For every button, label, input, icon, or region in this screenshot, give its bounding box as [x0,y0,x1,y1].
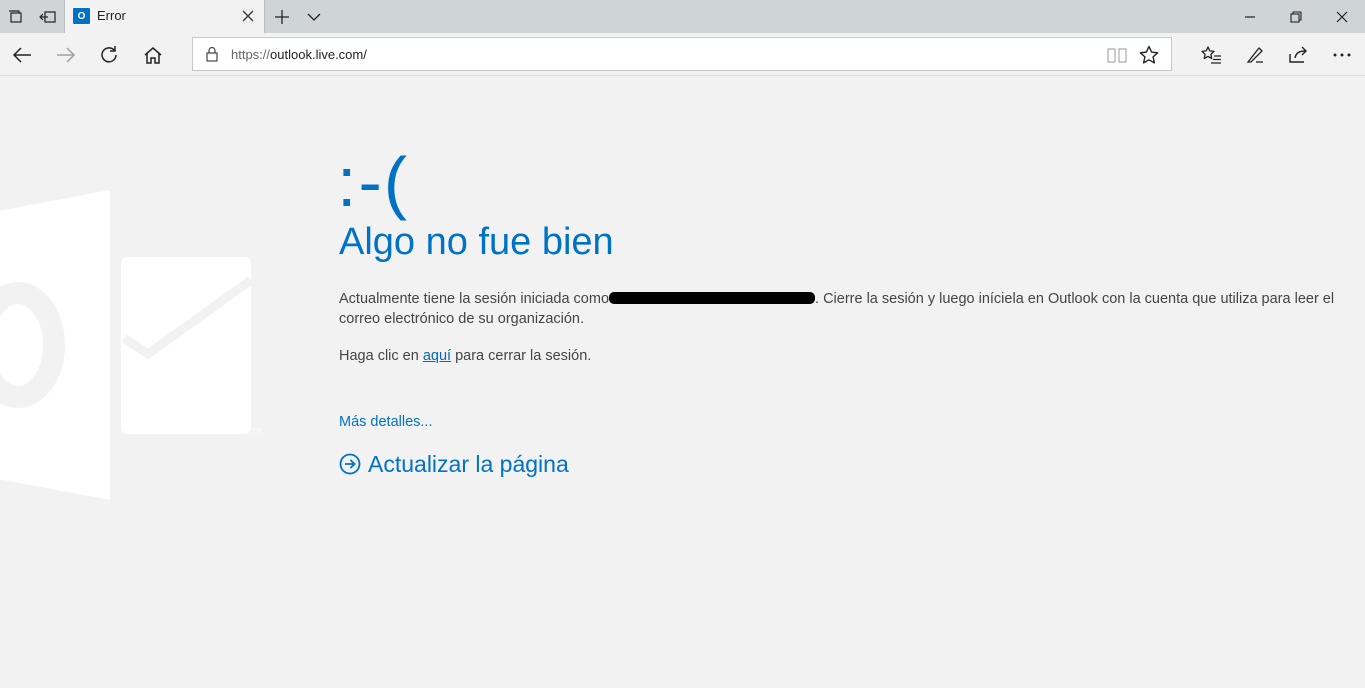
signout-suffix: para cerrar la sesión. [451,348,592,364]
tab-preview-button[interactable] [298,0,330,33]
url-text: https://outlook.live.com/ [231,47,367,62]
refresh-icon [101,45,117,63]
plus-icon [275,9,289,24]
settings-more-button[interactable] [1320,33,1364,76]
refresh-button[interactable] [87,33,131,76]
url-scheme: https:// [231,47,271,62]
home-button[interactable] [131,33,175,76]
address-bar[interactable]: https://outlook.live.com/ [192,37,1172,71]
tab-manager-button[interactable] [0,0,32,33]
star-icon [1139,45,1159,64]
share-icon [1289,46,1307,63]
pen-icon [1246,46,1263,63]
tabs-aside-icon [9,9,22,23]
close-tab-button[interactable] [238,6,258,26]
redacted-email [609,292,816,304]
set-aside-icon [39,10,56,23]
outlook-logo-watermark-icon: TM [0,190,262,500]
refresh-page-label: Actualizar la página [368,451,569,477]
tab-bar: O Error [0,0,1365,33]
restore-button[interactable] [1273,0,1319,33]
arrow-circle-right-icon [339,453,361,475]
restore-icon [1290,10,1302,23]
new-tab-button[interactable] [266,0,298,33]
url-host: outlook.live.com/ [270,47,367,62]
favorites-list-icon [1201,45,1221,64]
chevron-down-icon [307,13,321,21]
reading-view-button[interactable] [1105,43,1129,67]
favorites-hub-button[interactable] [1189,33,1233,76]
set-tabs-aside-button[interactable] [32,0,64,33]
svg-text:TM: TM [252,428,262,435]
signout-prefix: Haga clic en [339,348,423,364]
arrow-right-icon [57,46,76,63]
close-window-button[interactable] [1319,0,1365,33]
minimize-button[interactable] [1227,0,1273,33]
lock-icon [206,46,218,62]
signout-instructions: Haga clic en aquí para cerrar la sesión. [339,346,591,366]
book-icon [1107,48,1127,63]
back-button[interactable] [0,33,44,76]
close-icon [1336,11,1348,22]
sad-emoticon: :-( [337,143,410,221]
web-note-button[interactable] [1233,33,1277,76]
outlook-favicon-icon: O [73,8,90,24]
add-favorite-button[interactable] [1137,43,1161,67]
signout-link[interactable]: aquí [423,348,451,364]
more-details-link[interactable]: Más detalles... [339,412,433,432]
error-message: Actualmente tiene la sesión iniciada com… [339,289,1349,329]
arrow-left-icon [12,46,31,63]
navigation-bar: https://outlook.live.com/ [0,33,1365,76]
active-tab[interactable]: O Error [64,0,265,33]
forward-button[interactable] [44,33,88,76]
share-button[interactable] [1276,33,1320,76]
minimize-icon [1245,15,1255,18]
message-text-before: Actualmente tiene la sesión iniciada com… [339,291,610,307]
refresh-page-link[interactable]: Actualizar la página [339,449,569,479]
close-icon [242,10,254,22]
page-title: Algo no fue bien [339,221,614,263]
tab-title: Error [97,8,126,23]
more-icon [1333,53,1351,56]
home-icon [144,46,162,64]
